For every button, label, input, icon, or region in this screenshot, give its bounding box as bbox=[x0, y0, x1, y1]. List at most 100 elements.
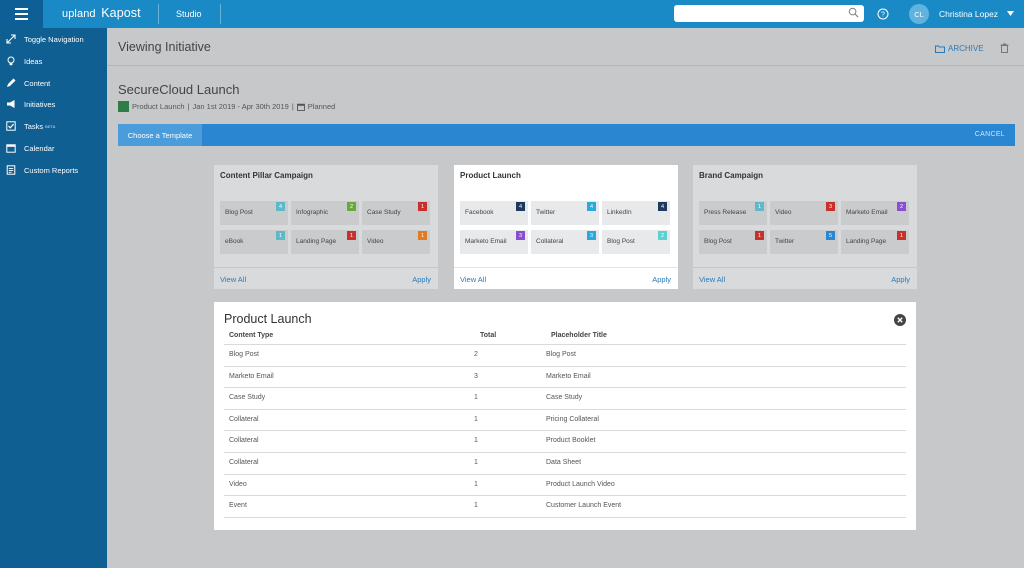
menu-button[interactable] bbox=[0, 0, 43, 28]
divider bbox=[158, 4, 159, 24]
tile-label: Landing Page bbox=[296, 238, 337, 245]
tile-label: Case Study bbox=[367, 209, 401, 216]
content-tile: Blog Post 4 bbox=[220, 201, 288, 225]
tile-label: Blog Post bbox=[607, 238, 635, 245]
template-card-content-pillar[interactable]: Content Pillar Campaign Blog Post 4 Infog… bbox=[214, 165, 438, 289]
template-bar: Choose a Template CANCEL bbox=[118, 124, 1015, 146]
apply-button[interactable]: Apply bbox=[412, 275, 431, 284]
count-badge: 2 bbox=[347, 202, 356, 211]
count-badge: 1 bbox=[276, 231, 285, 240]
table-divider bbox=[224, 452, 906, 453]
cell-placeholder-title: Pricing Collateral bbox=[546, 415, 599, 423]
search-input[interactable] bbox=[674, 5, 864, 22]
cell-total: 3 bbox=[474, 372, 478, 380]
content-tile: Landing Page 1 bbox=[841, 230, 909, 254]
archive-button[interactable]: ARCHIVE bbox=[935, 44, 984, 53]
divider bbox=[220, 4, 221, 24]
tile-label: Blog Post bbox=[704, 238, 732, 245]
chevron-down-icon[interactable] bbox=[1007, 11, 1014, 16]
pencil-icon bbox=[7, 78, 16, 87]
sidebar-item-tasks[interactable]: Tasks BETA bbox=[0, 116, 107, 136]
app-logo[interactable]: upland Kapost bbox=[62, 6, 141, 20]
table-divider bbox=[224, 387, 906, 389]
count-badge: 5 bbox=[826, 231, 835, 240]
sidebar-item-content[interactable]: Content bbox=[0, 73, 107, 93]
content-tile: Landing Page 1 bbox=[291, 230, 359, 254]
tile-label: Collateral bbox=[536, 238, 564, 245]
column-header-total: Total bbox=[480, 332, 497, 339]
cell-placeholder-title: Marketo Email bbox=[546, 372, 591, 380]
table-divider bbox=[224, 495, 906, 497]
column-header-placeholder-title: Placeholder Title bbox=[551, 332, 607, 339]
content-tile: Marketo Email 3 bbox=[460, 230, 528, 254]
sidebar-item-initiatives[interactable]: Initiatives bbox=[0, 94, 107, 114]
count-badge: 1 bbox=[755, 231, 764, 240]
card-footer: View All Apply bbox=[693, 267, 917, 289]
template-card-brand-campaign[interactable]: Brand Campaign Press Release 1 Video 3 Mar… bbox=[693, 165, 917, 289]
cell-placeholder-title: Data Sheet bbox=[546, 459, 582, 466]
tile-label: Facebook bbox=[465, 209, 494, 216]
tile-label: Marketo Email bbox=[465, 238, 507, 245]
count-badge: 4 bbox=[276, 202, 285, 211]
main-content: Viewing Initiative ARCHIVE SecureCloud L… bbox=[107, 28, 1024, 568]
view-all-link[interactable]: View All bbox=[460, 275, 486, 284]
cell-total: 2 bbox=[474, 351, 478, 358]
cell-placeholder-title: Case Study bbox=[546, 394, 583, 402]
close-icon[interactable] bbox=[894, 314, 906, 326]
content-tile: Blog Post 1 bbox=[699, 230, 767, 254]
count-badge: 3 bbox=[826, 202, 835, 211]
calendar-icon bbox=[296, 103, 305, 111]
sidebar-item-ideas[interactable]: Ideas bbox=[0, 51, 107, 71]
apply-button[interactable]: Apply bbox=[652, 275, 671, 284]
cell-content-type: Collateral bbox=[229, 415, 259, 423]
search-icon[interactable] bbox=[848, 7, 859, 18]
tile-label: LinkedIn bbox=[607, 209, 632, 216]
sidebar-item-toggle-navigation[interactable]: Toggle Navigation bbox=[0, 29, 107, 49]
sidebar-item-custom-reports[interactable]: Custom Reports bbox=[0, 160, 107, 180]
cell-placeholder-title: Product Booklet bbox=[546, 437, 596, 445]
cell-content-type: Collateral bbox=[229, 459, 259, 466]
cell-content-type: Event bbox=[229, 502, 247, 510]
table-divider bbox=[224, 516, 906, 518]
table-divider bbox=[224, 365, 906, 367]
apply-button[interactable]: Apply bbox=[891, 275, 910, 284]
content-tile: Facebook 4 bbox=[460, 201, 528, 225]
mountain-icon bbox=[118, 101, 129, 112]
help-icon[interactable]: ? bbox=[877, 8, 889, 20]
content-tile: Twitter 5 bbox=[770, 230, 838, 254]
cancel-button[interactable]: CANCEL bbox=[975, 131, 1005, 138]
report-icon bbox=[6, 165, 16, 175]
cell-total: 1 bbox=[474, 480, 478, 488]
choose-template-tab[interactable]: Choose a Template bbox=[118, 124, 202, 146]
studio-link[interactable]: Studio bbox=[176, 9, 202, 19]
page-title: Viewing Initiative bbox=[118, 40, 211, 54]
cell-total: 1 bbox=[474, 415, 478, 423]
detail-title: Product Launch bbox=[224, 312, 312, 326]
top-bar: upland Kapost Studio ? CL Christina Lope… bbox=[0, 0, 1024, 28]
sidebar-item-calendar[interactable]: Calendar bbox=[0, 138, 107, 158]
table-divider bbox=[224, 408, 906, 410]
cell-placeholder-title: Customer Launch Event bbox=[546, 502, 622, 510]
count-badge: 1 bbox=[418, 202, 427, 211]
cell-total: 1 bbox=[474, 459, 478, 466]
view-all-link[interactable]: View All bbox=[220, 275, 246, 284]
count-badge: 2 bbox=[658, 231, 667, 240]
hamburger-icon bbox=[15, 8, 28, 10]
tile-label: Video bbox=[367, 238, 384, 245]
cell-total: 1 bbox=[474, 394, 478, 402]
calendar-icon bbox=[6, 144, 16, 153]
template-card-product-launch[interactable]: Product Launch Facebook 4 Twitter 4 Linked… bbox=[454, 165, 678, 289]
count-badge: 1 bbox=[755, 202, 764, 211]
content-tile: Video 1 bbox=[362, 230, 430, 254]
tile-label: Press Release bbox=[704, 209, 747, 216]
initiative-meta: Product Launch | Jan 1st 2019 - Apr 30th… bbox=[118, 101, 335, 112]
card-title: Content Pillar Campaign bbox=[220, 171, 313, 180]
view-all-link[interactable]: View All bbox=[699, 275, 725, 284]
tile-label: Twitter bbox=[536, 209, 556, 216]
cell-content-type: Collateral bbox=[229, 437, 259, 445]
user-name[interactable]: Christina Lopez bbox=[939, 9, 998, 19]
trash-icon[interactable] bbox=[1000, 43, 1009, 53]
card-footer: View All Apply bbox=[214, 267, 438, 289]
avatar[interactable]: CL bbox=[909, 4, 929, 24]
page-header: Viewing Initiative ARCHIVE bbox=[107, 28, 1024, 66]
